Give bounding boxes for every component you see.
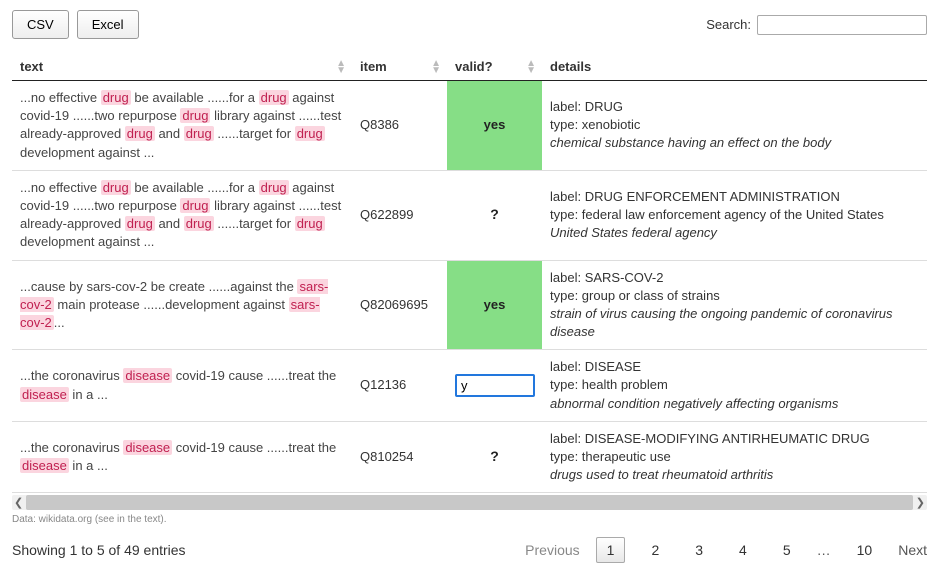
details-type: type: xenobiotic bbox=[550, 116, 919, 134]
highlight-term: drug bbox=[184, 126, 214, 141]
scroll-right-icon[interactable]: ❯ bbox=[916, 496, 925, 509]
valid-cell[interactable] bbox=[447, 350, 542, 422]
highlight-term: drug bbox=[125, 216, 155, 231]
highlight-term: drug bbox=[259, 90, 289, 105]
data-source-note: Data: wikidata.org (see in the text). bbox=[12, 514, 927, 525]
page-4[interactable]: 4 bbox=[729, 538, 757, 562]
highlight-term: drug bbox=[295, 216, 325, 231]
details-cell: label: DISEASE-MODIFYING ANTIRHEUMATIC D… bbox=[542, 421, 927, 493]
data-table: text▲▼ item▲▼ valid?▲▼ details ...no eff… bbox=[12, 53, 927, 493]
details-cell: label: DRUG ENFORCEMENT ADMINISTRATIONty… bbox=[542, 170, 927, 260]
details-label: label: DISEASE-MODIFYING ANTIRHEUMATIC D… bbox=[550, 430, 919, 448]
search-input[interactable] bbox=[757, 15, 927, 35]
highlight-term: drug bbox=[259, 180, 289, 195]
details-desc: strain of virus causing the ongoing pand… bbox=[550, 305, 919, 341]
page-10[interactable]: 10 bbox=[847, 538, 883, 562]
highlight-term: drug bbox=[101, 180, 131, 195]
highlight-term: disease bbox=[123, 368, 172, 383]
col-header-item[interactable]: item▲▼ bbox=[352, 53, 447, 81]
sort-icon: ▲▼ bbox=[526, 60, 536, 74]
valid-cell[interactable]: yes bbox=[447, 81, 542, 171]
col-header-details: details bbox=[542, 53, 927, 81]
valid-cell[interactable]: ? bbox=[447, 170, 542, 260]
col-header-text[interactable]: text▲▼ bbox=[12, 53, 352, 81]
details-label: label: SARS-COV-2 bbox=[550, 269, 919, 287]
col-header-valid[interactable]: valid?▲▼ bbox=[447, 53, 542, 81]
highlight-term: disease bbox=[20, 387, 69, 402]
text-cell: ...cause by sars-cov-2 be create ......a… bbox=[12, 260, 352, 350]
highlight-term: drug bbox=[184, 216, 214, 231]
details-type: type: federal law enforcement agency of … bbox=[550, 206, 919, 224]
text-cell: ...the coronavirus disease covid-19 caus… bbox=[12, 421, 352, 493]
next-page[interactable]: Next bbox=[898, 542, 927, 558]
table-info: Showing 1 to 5 of 49 entries bbox=[12, 542, 186, 558]
details-type: type: group or class of strains bbox=[550, 287, 919, 305]
text-cell: ...no effective drug be available ......… bbox=[12, 81, 352, 171]
details-label: label: DRUG bbox=[550, 98, 919, 116]
sort-icon: ▲▼ bbox=[336, 60, 346, 74]
page-2[interactable]: 2 bbox=[641, 538, 669, 562]
details-label: label: DISEASE bbox=[550, 358, 919, 376]
item-cell: Q12136 bbox=[352, 350, 447, 422]
highlight-term: drug bbox=[295, 126, 325, 141]
highlight-term: disease bbox=[20, 458, 69, 473]
details-type: type: health problem bbox=[550, 376, 919, 394]
valid-cell[interactable]: ? bbox=[447, 421, 542, 493]
details-desc: chemical substance having an effect on t… bbox=[550, 134, 919, 152]
table-row: ...the coronavirus disease covid-19 caus… bbox=[12, 421, 927, 493]
table-row: ...the coronavirus disease covid-19 caus… bbox=[12, 350, 927, 422]
details-desc: abnormal condition negatively affecting … bbox=[550, 395, 919, 413]
details-cell: label: SARS-COV-2type: group or class of… bbox=[542, 260, 927, 350]
highlight-term: disease bbox=[123, 440, 172, 455]
item-cell: Q8386 bbox=[352, 81, 447, 171]
excel-button[interactable]: Excel bbox=[77, 10, 139, 39]
scroll-thumb[interactable] bbox=[26, 495, 913, 510]
search-label: Search: bbox=[706, 17, 751, 32]
highlight-term: drug bbox=[180, 198, 210, 213]
text-cell: ...the coronavirus disease covid-19 caus… bbox=[12, 350, 352, 422]
table-row: ...no effective drug be available ......… bbox=[12, 170, 927, 260]
csv-button[interactable]: CSV bbox=[12, 10, 69, 39]
valid-input[interactable] bbox=[455, 374, 535, 397]
page-5[interactable]: 5 bbox=[773, 538, 801, 562]
valid-cell[interactable]: yes bbox=[447, 260, 542, 350]
pager: Previous 12345 … 10 Next bbox=[525, 537, 927, 563]
details-desc: United States federal agency bbox=[550, 224, 919, 242]
details-label: label: DRUG ENFORCEMENT ADMINISTRATION bbox=[550, 188, 919, 206]
page-1[interactable]: 1 bbox=[596, 537, 626, 563]
highlight-term: drug bbox=[180, 108, 210, 123]
item-cell: Q622899 bbox=[352, 170, 447, 260]
highlight-term: drug bbox=[101, 90, 131, 105]
table-row: ...cause by sars-cov-2 be create ......a… bbox=[12, 260, 927, 350]
horizontal-scrollbar[interactable]: ❮ ❯ bbox=[12, 495, 927, 510]
details-cell: label: DISEASEtype: health problemabnorm… bbox=[542, 350, 927, 422]
scroll-left-icon[interactable]: ❮ bbox=[14, 496, 23, 509]
table-row: ...no effective drug be available ......… bbox=[12, 81, 927, 171]
prev-page[interactable]: Previous bbox=[525, 542, 579, 558]
details-type: type: therapeutic use bbox=[550, 448, 919, 466]
details-cell: label: DRUGtype: xenobioticchemical subs… bbox=[542, 81, 927, 171]
text-cell: ...no effective drug be available ......… bbox=[12, 170, 352, 260]
highlight-term: drug bbox=[125, 126, 155, 141]
item-cell: Q810254 bbox=[352, 421, 447, 493]
sort-icon: ▲▼ bbox=[431, 60, 441, 74]
page-3[interactable]: 3 bbox=[685, 538, 713, 562]
details-desc: drugs used to treat rheumatoid arthritis bbox=[550, 466, 919, 484]
item-cell: Q82069695 bbox=[352, 260, 447, 350]
pager-ellipsis: … bbox=[817, 542, 831, 558]
